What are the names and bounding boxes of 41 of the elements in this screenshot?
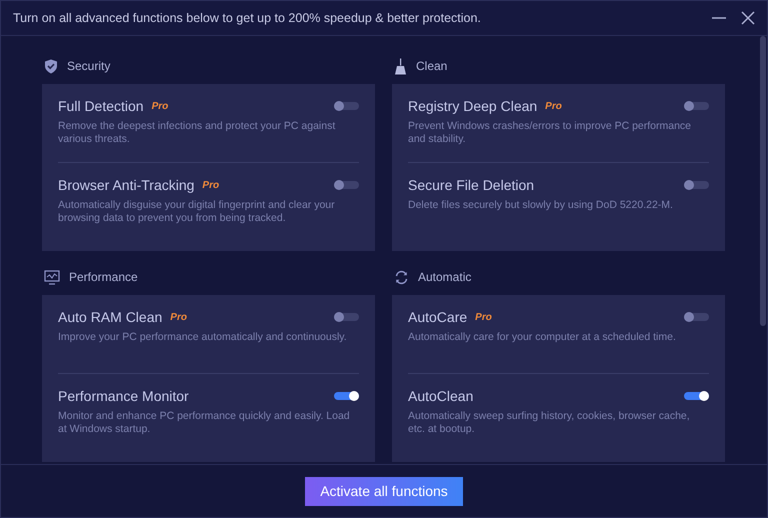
feature-description: Prevent Windows crashes/errors to improve PC performance and stability.: [408, 120, 692, 146]
feature-description: Improve your PC performance automatically and continuously.: [58, 331, 348, 344]
feature-description: Delete files securely but slowly by using DoD 5220.22-M.: [408, 199, 674, 212]
feature-title: Auto RAM Clean: [58, 309, 162, 325]
feature-title: AutoClean: [408, 388, 474, 404]
toggle-switch[interactable]: [684, 392, 709, 400]
toggle-switch[interactable]: [334, 102, 359, 110]
broom-icon: [394, 58, 407, 74]
window-title: Turn on all advanced functions below to get up to 200% speedup & better protection.: [13, 11, 482, 25]
toggle-switch[interactable]: [684, 313, 709, 321]
toggle-switch[interactable]: [334, 392, 359, 400]
feature-description: Remove the deepest infections and protect your PC against various threats.: [58, 120, 336, 146]
feature-description: Automatically sweep surfing history, cookies, browser cache, etc. at bootup.: [408, 410, 691, 436]
feature-title: Performance Monitor: [58, 388, 189, 404]
section-title: Clean: [416, 59, 448, 73]
feature-title: Secure File Deletion: [408, 177, 534, 193]
monitor-icon: [44, 270, 60, 284]
pro-label: Pro: [545, 100, 562, 112]
toggle-switch[interactable]: [684, 181, 709, 189]
pro-label: Pro: [475, 312, 492, 322]
pro-label: Pro: [170, 312, 187, 322]
feature-title: Browser Anti-Tracking: [58, 177, 194, 193]
feature-title: AutoCare: [408, 309, 468, 325]
feature-title: Full Detection: [58, 98, 144, 114]
shield-icon: [44, 58, 58, 74]
scrollbar-thumb[interactable]: [760, 36, 766, 326]
feature-description: Monitor and enhance PC performance quickly and easily. Load at Windows startup.: [58, 410, 351, 436]
toggle-switch[interactable]: [334, 181, 359, 189]
pro-label: Pro: [152, 100, 168, 112]
section-title: Performance: [69, 270, 138, 284]
feature-title: Registry Deep Clean: [408, 98, 538, 114]
sync-icon: [394, 270, 409, 284]
section-title: Security: [67, 59, 110, 73]
feature-description: Automatically disguise your digital fingerprint and clear your browsing data to prevent you from being tracked.: [58, 199, 336, 225]
activate-all-button[interactable]: Activate all functions: [305, 476, 463, 506]
toggle-switch[interactable]: [334, 313, 359, 321]
pro-label: Pro: [202, 180, 220, 190]
section-title: Automatic: [418, 270, 472, 284]
toggle-switch[interactable]: [684, 102, 709, 110]
close-icon[interactable]: [741, 11, 755, 25]
feature-description: Automatically care for your computer at a scheduled time.: [408, 331, 677, 344]
